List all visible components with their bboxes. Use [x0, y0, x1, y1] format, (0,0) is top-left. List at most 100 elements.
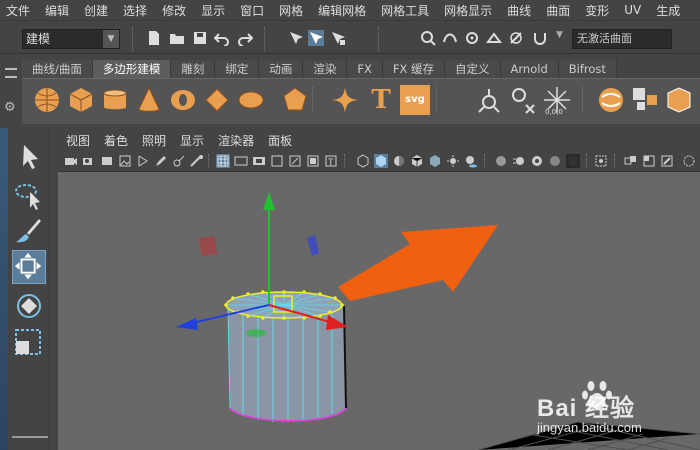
snap-point-icon[interactable]: [464, 30, 480, 46]
z-axis-arrow-icon[interactable]: [176, 318, 198, 330]
tab-bifrost[interactable]: Bifrost: [558, 60, 617, 78]
panel-menu-lighting[interactable]: 照明: [142, 132, 166, 149]
poly-sphere-icon[interactable]: [32, 85, 62, 115]
safe-action-icon[interactable]: [306, 154, 320, 168]
poly-cylinder-icon[interactable]: [100, 85, 130, 115]
menu-curves[interactable]: 曲线: [507, 2, 531, 19]
menu-mesh-tools[interactable]: 网格工具: [381, 2, 429, 19]
snap-grid-icon[interactable]: [420, 30, 436, 46]
poly-cube-icon[interactable]: [66, 85, 96, 115]
tab-curves-surfaces[interactable]: 曲线/曲面: [22, 60, 93, 78]
poly-disc-icon[interactable]: [236, 85, 266, 115]
tab-arnold[interactable]: Arnold: [500, 60, 559, 78]
lighting-icon[interactable]: [446, 154, 460, 168]
field-chart-icon[interactable]: [288, 154, 302, 168]
tab-animation[interactable]: 动画: [259, 60, 304, 78]
playblast-icon[interactable]: [682, 154, 696, 168]
xray-active-icon[interactable]: [642, 154, 656, 168]
menu-select[interactable]: 选择: [123, 2, 147, 19]
menu-generate[interactable]: 生成: [656, 2, 680, 19]
default-material-icon[interactable]: [392, 154, 406, 168]
xray-icon[interactable]: [594, 154, 608, 168]
make-live-icon[interactable]: [508, 30, 524, 46]
show-grid-icon[interactable]: [216, 154, 230, 168]
wireframe-shading-icon[interactable]: [356, 154, 370, 168]
poly-torus-icon[interactable]: [168, 85, 198, 115]
new-scene-icon[interactable]: [146, 30, 162, 46]
move-tool-button[interactable]: [12, 250, 46, 284]
tab-rendering[interactable]: 渲染: [303, 60, 348, 78]
lasso-tool-icon[interactable]: [12, 178, 46, 212]
select-component-icon[interactable]: [330, 30, 346, 46]
tab-fx-caching[interactable]: FX 缓存: [382, 60, 446, 78]
isolate-select-icon[interactable]: [566, 154, 580, 168]
panel-menu-shading[interactable]: 着色: [104, 132, 128, 149]
anti-aliasing-icon[interactable]: [530, 154, 544, 168]
poly-cone-icon[interactable]: [134, 85, 164, 115]
xray-joints-icon[interactable]: [624, 154, 638, 168]
tab-fx[interactable]: FX: [347, 60, 383, 78]
grid-toggle-icon[interactable]: [190, 154, 204, 168]
menu-mesh[interactable]: 网格: [279, 2, 303, 19]
menu-surfaces[interactable]: 曲面: [546, 2, 570, 19]
resolution-gate-icon[interactable]: [252, 154, 266, 168]
save-scene-icon[interactable]: [192, 30, 208, 46]
menu-edit-mesh[interactable]: 编辑网格: [318, 2, 366, 19]
motion-blur-icon[interactable]: [512, 154, 526, 168]
film-gate-icon[interactable]: [234, 154, 248, 168]
xz-plane-handle[interactable]: [246, 329, 266, 337]
panel-menu-renderer[interactable]: 渲染器: [218, 132, 254, 149]
snap-curve-icon[interactable]: [442, 30, 458, 46]
menu-create[interactable]: 创建: [84, 2, 108, 19]
chevron-down-icon[interactable]: ▼: [103, 30, 119, 48]
depth-of-field-icon[interactable]: [548, 154, 562, 168]
live-surface-field[interactable]: 无激活曲面: [572, 29, 672, 49]
screen-space-ao-icon[interactable]: [494, 154, 508, 168]
measure-icon[interactable]: [474, 85, 504, 115]
undo-icon[interactable]: [214, 30, 230, 46]
select-object-icon[interactable]: [308, 30, 324, 46]
menu-edit[interactable]: 编辑: [45, 2, 69, 19]
grease-pencil-icon[interactable]: [154, 154, 168, 168]
separate-icon[interactable]: [596, 85, 626, 115]
y-axis-arrow-icon[interactable]: [263, 192, 275, 210]
hud-icon[interactable]: [660, 154, 674, 168]
menu-uv[interactable]: UV: [624, 3, 641, 17]
bookmarks-icon[interactable]: [100, 154, 114, 168]
svg-icon[interactable]: svg: [400, 85, 430, 115]
chevron-down-icon[interactable]: ▼: [556, 30, 563, 40]
wireframe-on-shaded-icon[interactable]: [410, 154, 424, 168]
shelf-menu-icon[interactable]: [5, 68, 17, 78]
panel-menu-panels[interactable]: 面板: [268, 132, 292, 149]
scale-tool-icon[interactable]: [12, 326, 46, 360]
menu-deform[interactable]: 变形: [585, 2, 609, 19]
textured-icon[interactable]: [428, 154, 442, 168]
panel-menu-view[interactable]: 视图: [66, 132, 90, 149]
wireframe-pen-icon[interactable]: [172, 154, 186, 168]
gate-mask-icon[interactable]: [270, 154, 284, 168]
smooth-shading-icon[interactable]: [374, 154, 388, 168]
menu-modify[interactable]: 修改: [162, 2, 186, 19]
panel-menu-show[interactable]: 显示: [180, 132, 204, 149]
snap-view-plane-icon[interactable]: [486, 30, 502, 46]
tab-rigging[interactable]: 绑定: [215, 60, 260, 78]
menu-file[interactable]: 文件: [6, 2, 30, 19]
poly-plane-icon[interactable]: [202, 85, 232, 115]
combine-icon[interactable]: 0,0,0: [542, 85, 572, 115]
menu-display[interactable]: 显示: [201, 2, 225, 19]
type-text-icon[interactable]: T: [366, 85, 396, 115]
camera-attributes-icon[interactable]: [82, 154, 96, 168]
gear-icon[interactable]: ⚙: [4, 100, 16, 115]
extract-icon[interactable]: [630, 85, 660, 115]
redo-icon[interactable]: [237, 30, 253, 46]
tab-custom[interactable]: 自定义: [445, 60, 501, 78]
image-plane-icon[interactable]: [118, 154, 132, 168]
super-shape-icon[interactable]: [330, 85, 360, 115]
two-d-pan-icon[interactable]: [136, 154, 150, 168]
open-scene-icon[interactable]: [169, 30, 185, 46]
yz-plane-handle[interactable]: [307, 235, 319, 256]
shadows-icon[interactable]: [464, 154, 478, 168]
snap-center-icon[interactable]: [508, 85, 538, 115]
menu-mesh-display[interactable]: 网格显示: [444, 2, 492, 19]
safe-title-icon[interactable]: T: [324, 154, 338, 168]
